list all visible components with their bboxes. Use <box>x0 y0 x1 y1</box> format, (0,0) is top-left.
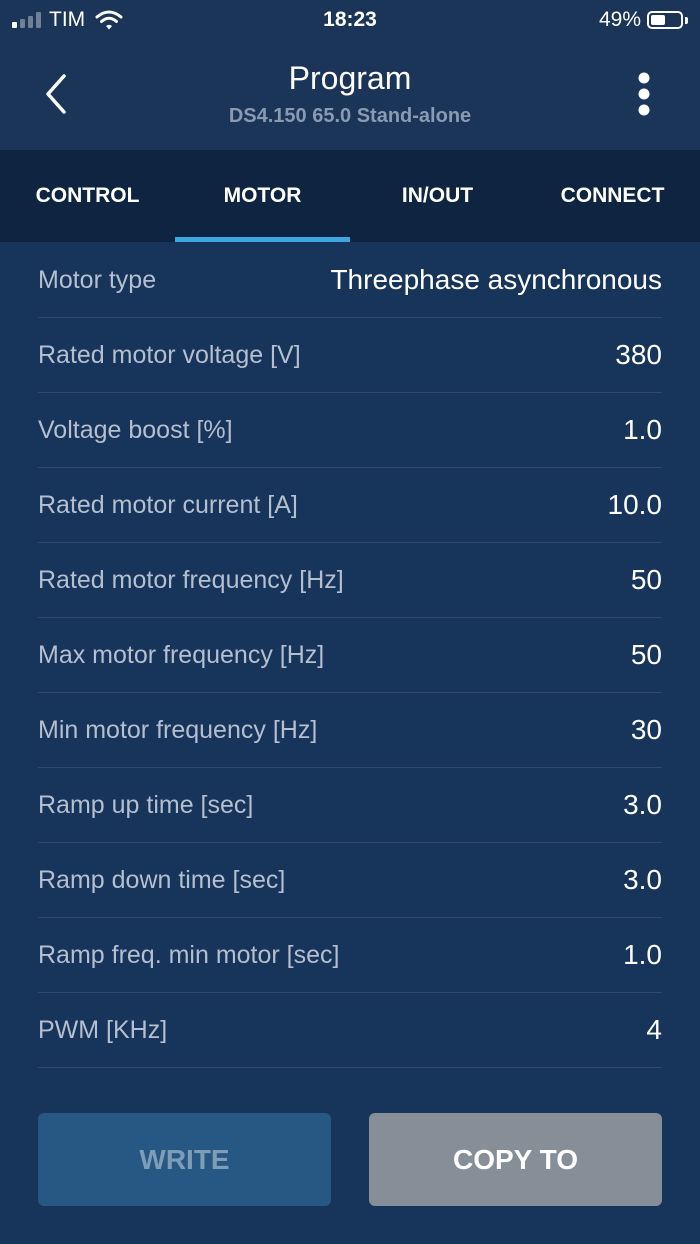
copy-to-button[interactable]: COPY TO <box>369 1113 662 1206</box>
battery-icon <box>647 11 683 29</box>
tab-control[interactable]: CONTROL <box>0 150 175 242</box>
param-label: Ramp down time [sec] <box>38 866 286 894</box>
app-header: TIM 18:23 49% Program DS4.150 65.0 Stand… <box>0 0 700 150</box>
active-tab-indicator <box>175 237 350 242</box>
parameter-list: Motor type Threephase asynchronous Rated… <box>38 243 662 1068</box>
param-value: 10.0 <box>607 489 663 520</box>
page-subtitle: DS4.150 65.0 Stand-alone <box>228 105 472 127</box>
param-row-rated-motor-frequency[interactable]: Rated motor frequency [Hz] 50 <box>38 543 662 618</box>
param-row-pwm[interactable]: PWM [KHz] 4 <box>38 993 662 1068</box>
param-value: 1.0 <box>623 414 662 445</box>
param-value: 50 <box>630 639 662 670</box>
param-label: Rated motor current [A] <box>38 491 298 519</box>
param-label: Rated motor voltage [V] <box>38 341 301 369</box>
param-label: Rated motor frequency [Hz] <box>38 566 344 594</box>
param-row-ramp-freq-min-motor[interactable]: Ramp freq. min motor [sec] 1.0 <box>38 918 662 993</box>
param-value: 380 <box>615 339 662 370</box>
tab-in-out[interactable]: IN/OUT <box>350 150 525 242</box>
status-bar: TIM 18:23 49% <box>0 0 700 40</box>
tab-motor[interactable]: MOTOR <box>175 150 350 242</box>
param-value: 50 <box>630 564 662 595</box>
param-label: Min motor frequency [Hz] <box>38 716 318 744</box>
param-value: Threephase asynchronous <box>330 264 662 295</box>
write-button[interactable]: WRITE <box>38 1113 331 1206</box>
param-row-voltage-boost[interactable]: Voltage boost [%] 1.0 <box>38 393 662 468</box>
battery-percentage: 49% <box>598 8 641 31</box>
param-label: Motor type <box>38 266 157 294</box>
param-label: Ramp up time [sec] <box>38 791 254 819</box>
param-label: PWM [KHz] <box>38 1016 168 1044</box>
page-title: Program <box>288 60 412 96</box>
param-value: 1.0 <box>623 939 662 970</box>
param-label: Voltage boost [%] <box>38 416 233 444</box>
param-row-ramp-up-time[interactable]: Ramp up time [sec] 3.0 <box>38 768 662 843</box>
battery-level <box>651 15 665 25</box>
battery-tip <box>685 16 688 24</box>
param-row-rated-motor-current[interactable]: Rated motor current [A] 10.0 <box>38 468 662 543</box>
param-value: 4 <box>646 1014 662 1045</box>
more-vertical-icon <box>638 72 650 116</box>
param-row-rated-motor-voltage[interactable]: Rated motor voltage [V] 380 <box>38 318 662 393</box>
status-time: 18:23 <box>323 8 377 31</box>
param-row-max-motor-frequency[interactable]: Max motor frequency [Hz] 50 <box>38 618 662 693</box>
param-value: 3.0 <box>623 789 662 820</box>
status-right: 49% <box>599 6 688 34</box>
param-row-motor-type[interactable]: Motor type Threephase asynchronous <box>38 243 662 318</box>
param-label: Max motor frequency [Hz] <box>38 641 325 669</box>
tab-bar: CONTROL MOTOR IN/OUT CONNECT <box>0 150 700 242</box>
more-menu-button[interactable] <box>624 66 664 122</box>
param-label: Ramp freq. min motor [sec] <box>38 941 340 969</box>
param-value: 3.0 <box>623 864 662 895</box>
tab-connect[interactable]: CONNECT <box>525 150 700 242</box>
param-row-min-motor-frequency[interactable]: Min motor frequency [Hz] 30 <box>38 693 662 768</box>
param-value: 30 <box>630 714 662 745</box>
param-row-ramp-down-time[interactable]: Ramp down time [sec] 3.0 <box>38 843 662 918</box>
